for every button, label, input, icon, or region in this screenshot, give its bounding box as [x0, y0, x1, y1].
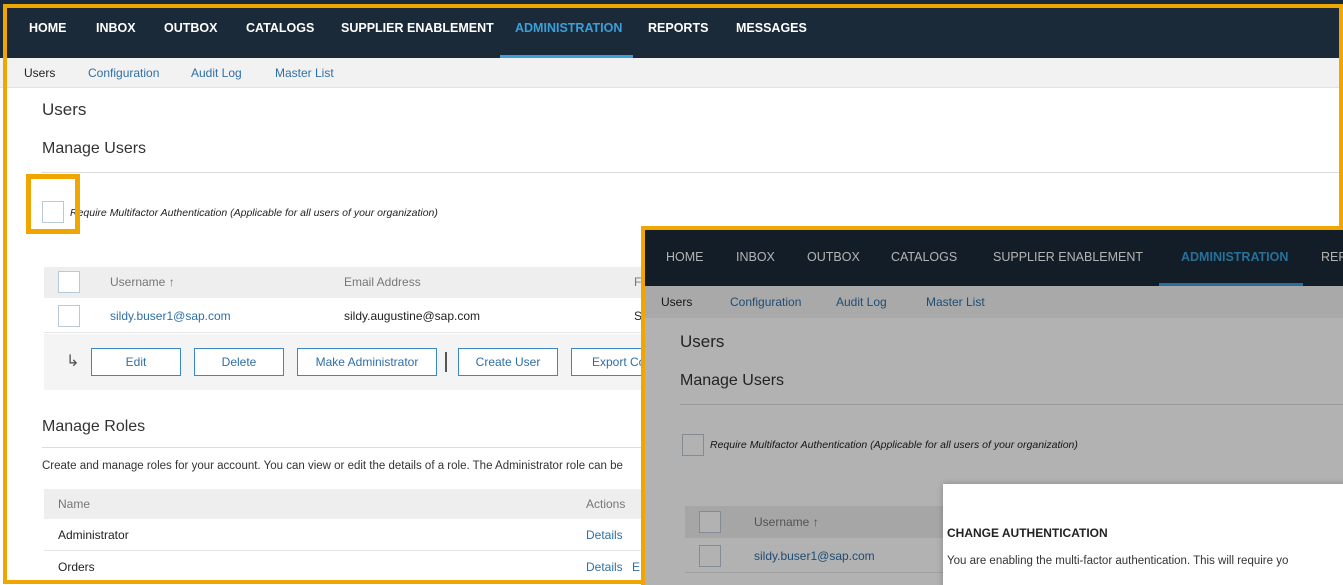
- edit-link[interactable]: E: [632, 551, 640, 583]
- button-separator: [445, 352, 447, 372]
- edit-button[interactable]: Edit: [91, 348, 181, 376]
- col-actions: Actions: [586, 497, 626, 511]
- nav-messages[interactable]: MESSAGES: [736, 0, 807, 58]
- top-nav: HOME INBOX OUTBOX CATALOGS SUPPLIER ENAB…: [0, 0, 1343, 58]
- sub-nav: Users Configuration Audit Log Master Lis…: [0, 58, 1343, 88]
- divider: [42, 172, 1343, 173]
- subnav-users[interactable]: Users: [24, 58, 55, 88]
- col-username[interactable]: Username ↑: [110, 267, 175, 298]
- change-authentication-dialog: CHANGE AUTHENTICATION You are enabling t…: [943, 484, 1343, 585]
- table-row: Administrator Details: [44, 519, 664, 551]
- role-name: Orders: [58, 560, 95, 574]
- role-name: Administrator: [58, 528, 129, 542]
- subnav-audit-log[interactable]: Audit Log: [191, 58, 242, 88]
- username-link[interactable]: sildy.buser1@sap.com: [110, 299, 231, 333]
- composite-screenshot: HOME INBOX OUTBOX CATALOGS SUPPLIER ENAB…: [0, 0, 1343, 585]
- nav-supplier-enablement[interactable]: SUPPLIER ENABLEMENT: [341, 0, 494, 58]
- make-administrator-button[interactable]: Make Administrator: [297, 348, 437, 376]
- dialog-title: CHANGE AUTHENTICATION: [947, 526, 1108, 540]
- email-cell: sildy.augustine@sap.com: [344, 309, 481, 323]
- dialog-message: You are enabling the multi-factor authen…: [947, 555, 1289, 567]
- front-screenshot: HOME INBOX OUTBOX CATALOGS SUPPLIER ENAB…: [641, 226, 1343, 585]
- delete-button[interactable]: Delete: [194, 348, 284, 376]
- details-link[interactable]: Details: [586, 551, 623, 583]
- nav-reports[interactable]: REPORTS: [648, 0, 708, 58]
- nav-outbox[interactable]: OUTBOX: [164, 0, 217, 58]
- mfa-label: Require Multifactor Authentication (Appl…: [70, 207, 438, 219]
- selection-arrow-icon: ↳: [66, 353, 80, 370]
- manage-roles-heading: Manage Roles: [42, 418, 146, 435]
- manage-users-heading: Manage Users: [42, 140, 147, 157]
- table-row: Orders Details E: [44, 551, 664, 583]
- nav-inbox[interactable]: INBOX: [96, 0, 136, 58]
- page-title: Users: [42, 100, 87, 119]
- col-email[interactable]: Email Address: [344, 267, 421, 298]
- roles-table-header: Name Actions: [44, 489, 664, 519]
- roles-description: Create and manage roles for your account…: [42, 460, 623, 472]
- nav-home[interactable]: HOME: [29, 0, 67, 58]
- mfa-checkbox[interactable]: [42, 201, 64, 223]
- table-row: sildy.buser1@sap.com sildy.augustine@sap…: [44, 299, 664, 333]
- create-user-button[interactable]: Create User: [458, 348, 558, 376]
- nav-administration[interactable]: ADMINISTRATION: [515, 0, 622, 58]
- details-link[interactable]: Details: [586, 519, 623, 551]
- row-checkbox[interactable]: [58, 305, 80, 327]
- subnav-master-list[interactable]: Master List: [275, 58, 334, 88]
- users-table-header: Username ↑ Email Address F: [44, 267, 664, 298]
- nav-catalogs[interactable]: CATALOGS: [246, 0, 314, 58]
- user-actions-bar: ↳ Edit Delete Make Administrator Create …: [44, 334, 664, 390]
- subnav-configuration[interactable]: Configuration: [88, 58, 159, 88]
- divider: [42, 447, 662, 448]
- select-all-checkbox[interactable]: [58, 271, 80, 293]
- col-name[interactable]: Name: [58, 489, 90, 519]
